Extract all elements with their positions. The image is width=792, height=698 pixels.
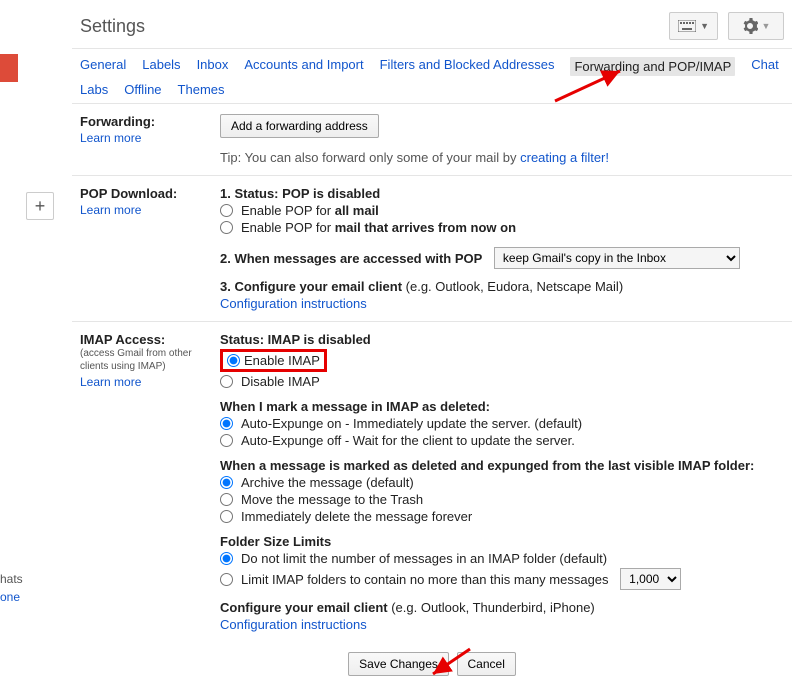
imap-config-instructions-link[interactable]: Configuration instructions (220, 617, 367, 632)
pop-enable-now-radio[interactable] (220, 221, 233, 234)
forwarding-tip: Tip: You can also forward only some of y… (220, 150, 784, 165)
pop-action-select[interactable]: keep Gmail's copy in the Inbox (494, 247, 740, 269)
imap-subtitle: (access Gmail from other clients using I… (80, 347, 220, 373)
caret-down-icon: ▼ (700, 21, 709, 31)
folder-limit-head: Folder Size Limits (220, 534, 784, 549)
hangouts-label-partial: hats (0, 572, 23, 586)
limit-select[interactable]: 1,000 (620, 568, 681, 590)
enable-imap-highlight: Enable IMAP (220, 349, 327, 372)
tab-forwarding-pop-imap[interactable]: Forwarding and POP/IMAP (570, 57, 735, 76)
delete-forever-radio[interactable] (220, 510, 233, 523)
pop-status: 1. Status: POP is disabled (220, 186, 784, 201)
create-filter-link[interactable]: creating a filter! (520, 150, 609, 165)
accent-bar (0, 54, 18, 82)
tab-inbox[interactable]: Inbox (197, 57, 229, 76)
add-forwarding-address-button[interactable]: Add a forwarding address (220, 114, 379, 138)
settings-gear-button[interactable]: ▼ (728, 12, 784, 40)
settings-header: Settings ▼ ▼ (72, 0, 792, 49)
archive-label: Archive the message (default) (241, 475, 414, 490)
hangouts-one-link[interactable]: one (0, 590, 20, 604)
pop-learn-more-link[interactable]: Learn more (80, 203, 220, 217)
limit-label: Limit IMAP folders to contain no more th… (241, 572, 609, 587)
tab-offline[interactable]: Offline (124, 82, 161, 97)
cancel-button[interactable]: Cancel (457, 652, 516, 676)
tab-filters[interactable]: Filters and Blocked Addresses (380, 57, 555, 76)
forwarding-learn-more-link[interactable]: Learn more (80, 131, 220, 145)
pop-config-instructions-link[interactable]: Configuration instructions (220, 296, 367, 311)
left-rail: + hats one (0, 0, 60, 698)
compose-collapsed-button[interactable]: + (26, 192, 54, 220)
forwarding-section: Forwarding: Learn more Add a forwarding … (72, 104, 792, 176)
imap-section: IMAP Access: (access Gmail from other cl… (72, 322, 792, 642)
pop-title: POP Download: (80, 186, 220, 201)
imap-delete-head: When I mark a message in IMAP as deleted… (220, 399, 784, 414)
imap-enable-label: Enable IMAP (244, 353, 320, 368)
pop-section: POP Download: Learn more 1. Status: POP … (72, 176, 792, 322)
delete-forever-label: Immediately delete the message forever (241, 509, 472, 524)
imap-expunged-head: When a message is marked as deleted and … (220, 458, 784, 473)
pop-configure-head: 3. Configure your email client (e.g. Out… (220, 279, 784, 294)
save-changes-button[interactable]: Save Changes (348, 652, 449, 676)
pop-enable-now-label: Enable POP for mail that arrives from no… (241, 220, 516, 235)
tab-labs[interactable]: Labs (80, 82, 108, 97)
tab-general[interactable]: General (80, 57, 126, 76)
page-title: Settings (80, 16, 145, 37)
gear-icon (742, 18, 758, 34)
caret-down-icon: ▼ (762, 21, 771, 31)
input-tools-button[interactable]: ▼ (669, 12, 718, 40)
tab-accounts[interactable]: Accounts and Import (244, 57, 363, 76)
imap-disable-radio[interactable] (220, 375, 233, 388)
tab-labels[interactable]: Labels (142, 57, 180, 76)
imap-configure-head: Configure your email client (e.g. Outloo… (220, 600, 784, 615)
trash-label: Move the message to the Trash (241, 492, 423, 507)
imap-enable-radio[interactable] (227, 354, 240, 367)
imap-status: Status: IMAP is disabled (220, 332, 784, 347)
pop-when-accessed-label: 2. When messages are accessed with POP (220, 251, 482, 266)
no-limit-radio[interactable] (220, 552, 233, 565)
imap-learn-more-link[interactable]: Learn more (80, 375, 220, 389)
expunge-on-radio[interactable] (220, 417, 233, 430)
pop-enable-all-label: Enable POP for all mail (241, 203, 379, 218)
trash-radio[interactable] (220, 493, 233, 506)
imap-disable-label: Disable IMAP (241, 374, 320, 389)
tab-chat[interactable]: Chat (751, 57, 778, 76)
keyboard-icon (678, 20, 696, 32)
expunge-off-label: Auto-Expunge off - Wait for the client t… (241, 433, 575, 448)
settings-tabs: General Labels Inbox Accounts and Import… (72, 49, 792, 104)
imap-title: IMAP Access: (80, 332, 220, 347)
expunge-on-label: Auto-Expunge on - Immediately update the… (241, 416, 582, 431)
expunge-off-radio[interactable] (220, 434, 233, 447)
footer-buttons: Save Changes Cancel (72, 642, 792, 678)
pop-enable-all-radio[interactable] (220, 204, 233, 217)
forwarding-title: Forwarding: (80, 114, 220, 129)
limit-radio[interactable] (220, 573, 233, 586)
archive-radio[interactable] (220, 476, 233, 489)
no-limit-label: Do not limit the number of messages in a… (241, 551, 607, 566)
tab-themes[interactable]: Themes (178, 82, 225, 97)
